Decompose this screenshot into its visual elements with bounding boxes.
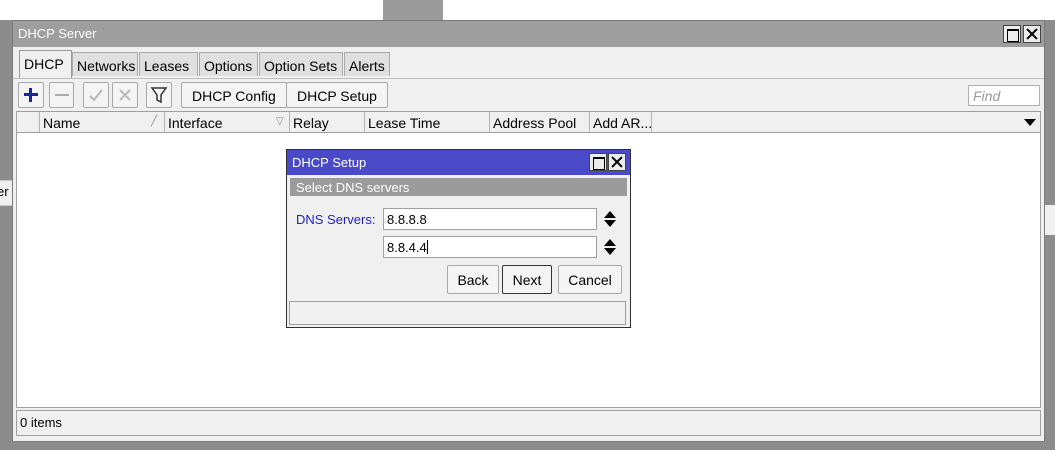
- close-icon[interactable]: [1023, 25, 1041, 43]
- disable-icon[interactable]: [112, 82, 138, 108]
- remove-icon[interactable]: [49, 82, 74, 108]
- column-interface[interactable]: Interface: [164, 112, 289, 132]
- enable-icon[interactable]: [83, 82, 109, 108]
- dialog-title: DHCP Setup: [292, 155, 367, 170]
- dhcp-setup-button[interactable]: DHCP Setup: [286, 82, 388, 108]
- window-titlebar[interactable]: DHCP Server: [13, 21, 1044, 47]
- status-bar: 0 items: [16, 410, 1041, 436]
- dialog-maximize-icon[interactable]: [589, 153, 607, 171]
- tab-alerts[interactable]: Alerts: [344, 52, 390, 76]
- background-window-fragment-text: er: [0, 184, 9, 199]
- column-divider: [651, 112, 655, 132]
- dns-server-1-updown-icon[interactable]: [604, 211, 616, 229]
- column-relay[interactable]: Relay: [289, 112, 364, 132]
- find-input[interactable]: Find: [968, 85, 1040, 106]
- maximize-icon[interactable]: [1003, 25, 1021, 43]
- column-name[interactable]: Name: [39, 112, 164, 132]
- dhcp-setup-dialog: DHCP Setup Select DNS servers DNS Server…: [286, 149, 631, 328]
- column-address-pool[interactable]: Address Pool: [489, 112, 589, 132]
- add-icon[interactable]: [18, 82, 44, 108]
- dns-server-2-input[interactable]: 8.8.4.4: [383, 236, 597, 258]
- background-window-edge: [1045, 205, 1055, 235]
- dns-server-2-updown-icon[interactable]: [604, 239, 616, 257]
- column-add-arp[interactable]: Add AR...: [589, 112, 651, 132]
- dialog-close-icon[interactable]: [608, 153, 626, 171]
- dns-server-1-input[interactable]: 8.8.8.8: [383, 208, 597, 230]
- tab-dhcp[interactable]: DHCP: [19, 50, 72, 78]
- cancel-button[interactable]: Cancel: [558, 265, 622, 294]
- next-button[interactable]: Next: [502, 265, 552, 294]
- filter-indicator-icon: ▽: [276, 116, 284, 127]
- dns-servers-label: DNS Servers:: [296, 212, 376, 227]
- column-header-row: Name ╱ Interface ▽ Relay Lease Time Addr…: [17, 112, 1040, 133]
- dialog-step-heading: Select DNS servers: [290, 178, 627, 196]
- tab-option-sets[interactable]: Option Sets: [259, 52, 343, 76]
- column-lease-time[interactable]: Lease Time: [364, 112, 489, 132]
- toolbar: DHCP Config DHCP Setup Find: [13, 78, 1044, 110]
- dialog-titlebar[interactable]: DHCP Setup: [287, 150, 630, 175]
- tab-networks[interactable]: Networks: [72, 52, 138, 76]
- background-window-gap: [381, 0, 445, 20]
- dialog-status-bar: [289, 301, 626, 325]
- background-window-fragment[interactable]: er: [0, 180, 12, 206]
- dns-server-2-value: 8.8.4.4: [387, 240, 427, 255]
- window-title: DHCP Server: [18, 26, 97, 41]
- tab-options[interactable]: Options: [199, 52, 258, 76]
- tab-leases[interactable]: Leases: [139, 52, 198, 76]
- sort-indicator-icon: ╱: [151, 116, 158, 127]
- text-caret: [426, 240, 428, 254]
- background-window-top: [0, 0, 1055, 20]
- filter-icon[interactable]: [146, 82, 172, 108]
- column-menu-chevron-down-icon[interactable]: [1024, 119, 1036, 126]
- back-button[interactable]: Back: [447, 265, 499, 294]
- dhcp-config-button[interactable]: DHCP Config: [181, 82, 287, 108]
